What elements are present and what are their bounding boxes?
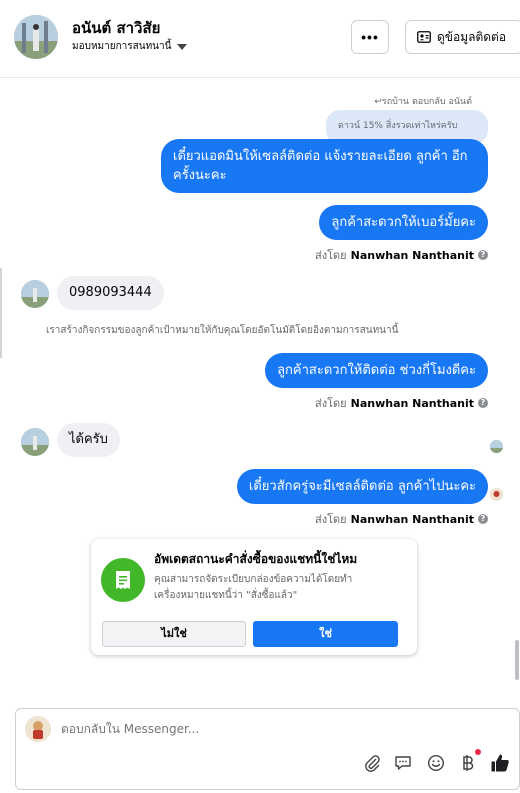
baht-icon[interactable]: [457, 752, 479, 774]
view-contact-info-label: ดูข้อมูลติดต่อ: [437, 29, 507, 44]
order-card-description: คุณสามารถจัดระเบียบกล่องข้อความได้โดยทำเ…: [154, 574, 353, 601]
contact-avatar-small[interactable]: [21, 280, 49, 308]
sent-by-label: ส่งโดย Nanwhan Nanthanit ?: [315, 246, 488, 264]
conversation-header: อนันต์ สาวิสัย มอบหมายการสนทนานี้ ••• ดู…: [0, 0, 520, 78]
contact-name: อนันต์ สาวิสัย: [72, 19, 161, 37]
reply-input[interactable]: [61, 722, 481, 736]
reply-meta-text: รถบ้าน ตอบกลับ อนันต์: [381, 97, 472, 107]
attach-icon[interactable]: [361, 752, 383, 774]
incoming-message[interactable]: ได้ครับ: [57, 423, 120, 457]
outgoing-message[interactable]: เดี๋ยวสักครู่จะมีเซลล์ติดต่อ ลูกค้าไปนะค…: [236, 469, 488, 504]
order-status-card: อัพเดตสถานะคำสั่งซื้อของแชทนี้ใช่ไหม คุณ…: [91, 539, 417, 655]
seen-avatar: [490, 440, 503, 453]
left-divider: [0, 268, 2, 358]
seen-avatar: [490, 488, 503, 501]
receipt-icon: [101, 558, 145, 602]
contact-avatar[interactable]: [14, 15, 58, 59]
sent-by-prefix: ส่งโดย: [315, 513, 347, 526]
yes-button[interactable]: ใช่: [253, 621, 398, 647]
sender-name: Nanwhan Nanthanit: [350, 248, 474, 262]
contact-card-icon: [417, 31, 431, 43]
thread-scrollbar[interactable]: [515, 640, 519, 680]
sent-by-label: ส่งโดย Nanwhan Nanthanit ?: [315, 394, 488, 412]
more-options-label: •••: [361, 29, 379, 45]
more-options-button[interactable]: •••: [351, 20, 389, 54]
outgoing-message[interactable]: ลูกค้าสะดวกให้เบอร์มั้ยคะ: [319, 205, 488, 240]
reply-meta: ↩รถบ้าน ตอบกลับ อนันต์: [374, 94, 472, 108]
help-icon[interactable]: ?: [478, 250, 488, 260]
sent-by-label: ส่งโดย Nanwhan Nanthanit ?: [315, 510, 488, 528]
notification-dot: [475, 749, 481, 755]
system-note: เราสร้างกิจกรรมของลูกค้าเป้าหมายให้กับคุ…: [46, 325, 399, 336]
no-button[interactable]: ไม่ใช่: [102, 621, 246, 647]
view-contact-info-button[interactable]: ดูข้อมูลติดต่อ: [405, 20, 520, 54]
reply-arrow-icon: ↩: [374, 97, 382, 107]
saved-reply-icon[interactable]: [392, 752, 414, 774]
sender-name: Nanwhan Nanthanit: [350, 512, 474, 526]
reply-composer: [15, 708, 520, 790]
assign-label: มอบหมายการสนทนานี้: [72, 41, 172, 52]
caret-down-icon: [177, 43, 188, 50]
contact-avatar-small[interactable]: [21, 428, 49, 456]
sent-by-prefix: ส่งโดย: [315, 397, 347, 410]
sender-name: Nanwhan Nanthanit: [350, 396, 474, 410]
help-icon[interactable]: ?: [478, 514, 488, 524]
order-card-title: อัพเดตสถานะคำสั่งซื้อของแชทนี้ใช่ไหม: [154, 552, 358, 566]
outgoing-message[interactable]: ลูกค้าสะดวกให้ติดต่อ ช่วงกี่โมงดีคะ: [265, 353, 488, 388]
assign-conversation-dropdown[interactable]: มอบหมายการสนทนานี้: [72, 39, 188, 54]
sent-by-prefix: ส่งโดย: [315, 249, 347, 262]
help-icon[interactable]: ?: [478, 398, 488, 408]
outgoing-message[interactable]: เดี๋ยวแอดมินให้เซลล์ติดต่อ แจ้งรายละเอีย…: [161, 139, 488, 193]
page-avatar: [25, 716, 51, 742]
like-icon[interactable]: [489, 752, 511, 774]
emoji-icon[interactable]: [425, 752, 447, 774]
incoming-message[interactable]: 0989093444: [57, 276, 164, 310]
